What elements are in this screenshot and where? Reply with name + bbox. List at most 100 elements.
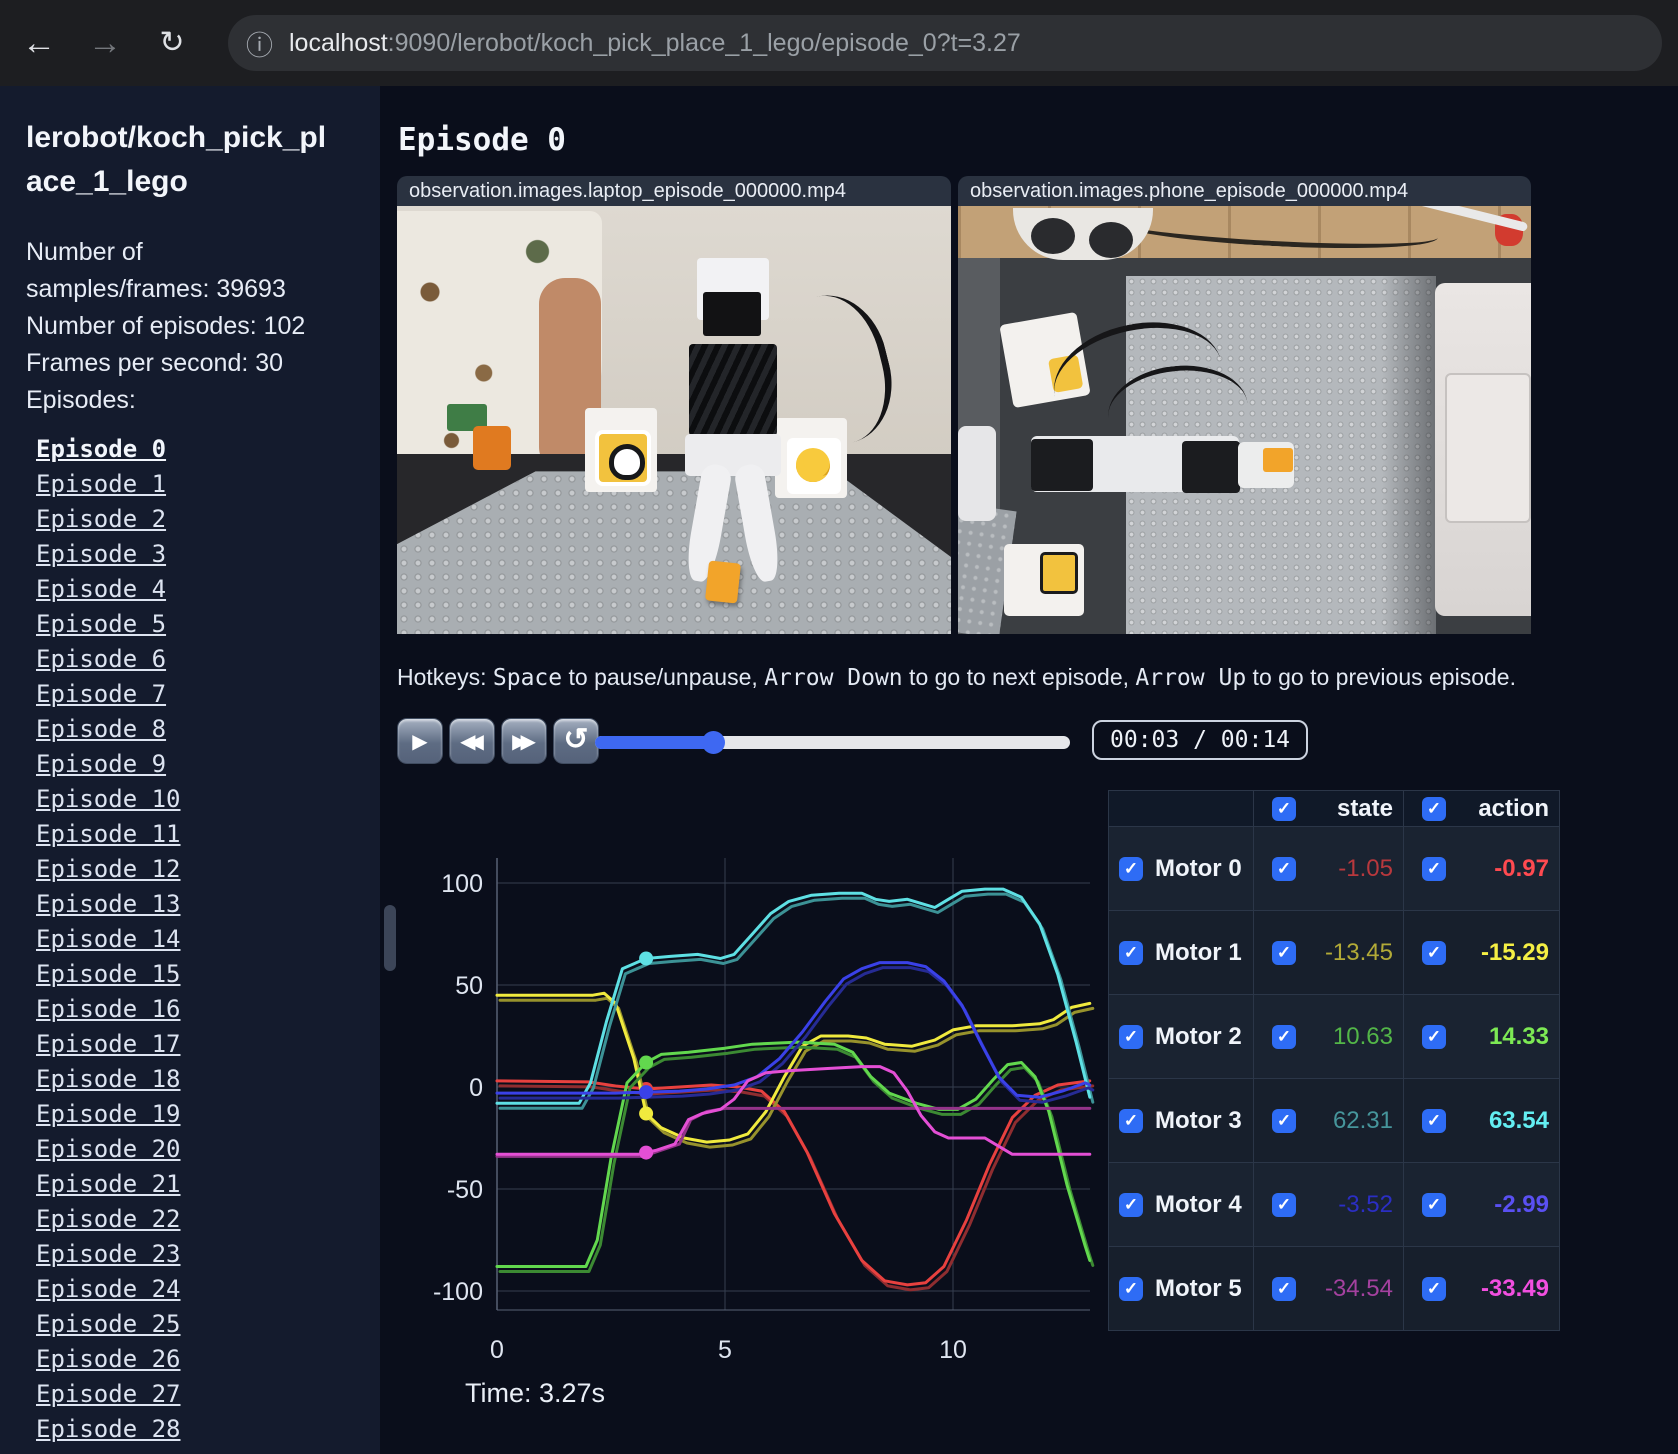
action-checkbox[interactable]: ✓ <box>1422 1024 1446 1049</box>
robot-motor <box>1182 441 1240 493</box>
seek-slider-thumb[interactable] <box>702 731 725 754</box>
motor-row-checkbox[interactable]: ✓ <box>1119 1024 1143 1049</box>
state-checkbox[interactable]: ✓ <box>1272 1192 1296 1217</box>
sidebar-episode-link[interactable]: Episode 0 <box>36 432 181 467</box>
sidebar-episode-link[interactable]: Episode 11 <box>36 817 181 852</box>
y-tick-label: 50 <box>455 972 483 1000</box>
sidebar-episode-link[interactable]: Episode 8 <box>36 712 181 747</box>
state-column-label: state <box>1336 794 1393 822</box>
action-value: -15.29 <box>1480 938 1549 966</box>
video-phone[interactable] <box>958 206 1531 634</box>
state-checkbox[interactable]: ✓ <box>1272 1276 1296 1301</box>
sidebar-episode-link[interactable]: Episode 19 <box>36 1097 181 1132</box>
sidebar-episode-link[interactable]: Episode 7 <box>36 677 181 712</box>
y-tick-label: -100 <box>433 1278 483 1306</box>
sidebar-episode-link[interactable]: Episode 17 <box>36 1027 181 1062</box>
orange-lego-brick <box>1263 448 1293 472</box>
sidebar-episode-link[interactable]: Episode 23 <box>36 1237 181 1272</box>
sidebar-episode-link[interactable]: Episode 21 <box>36 1167 181 1202</box>
hotkey-text: to go to next episode, <box>902 664 1136 690</box>
sidebar-episode-link[interactable]: Episode 3 <box>36 537 181 572</box>
action-column-checkbox[interactable]: ✓ <box>1422 796 1446 821</box>
hotkey-text: to go to previous episode. <box>1246 664 1516 690</box>
state-column-checkbox[interactable]: ✓ <box>1272 796 1296 821</box>
sidebar-episode-link[interactable]: Episode 15 <box>36 957 181 992</box>
stat-line: Number of <box>26 238 143 266</box>
sidebar-episode-link[interactable]: Episode 24 <box>36 1272 181 1307</box>
orange-device <box>473 426 511 470</box>
loop-icon: ↺ <box>563 723 589 756</box>
motor-row-checkbox[interactable]: ✓ <box>1119 1108 1143 1133</box>
state-checkbox[interactable]: ✓ <box>1272 1108 1296 1133</box>
action-checkbox[interactable]: ✓ <box>1422 1276 1446 1301</box>
side-robot-arm <box>958 426 996 521</box>
forward-icon[interactable]: → <box>80 0 130 86</box>
sidebar-episode-link[interactable]: Episode 2 <box>36 502 181 537</box>
seek-slider[interactable] <box>595 731 1070 754</box>
action-checkbox[interactable]: ✓ <box>1422 1192 1446 1217</box>
state-checkbox[interactable]: ✓ <box>1272 940 1296 965</box>
sidebar-episode-link[interactable]: Episode 20 <box>36 1132 181 1167</box>
state-checkbox[interactable]: ✓ <box>1272 1024 1296 1049</box>
state-value: -1.05 <box>1338 854 1393 882</box>
sidebar: lerobot/koch_pick_place_1_lego Number of… <box>0 86 380 1454</box>
fast-forward-button[interactable]: ▶▶ <box>501 718 547 764</box>
sidebar-episode-link[interactable]: Episode 25 <box>36 1307 181 1342</box>
chart-marker-dot <box>639 1055 654 1070</box>
motor-label: Motor 0 <box>1155 854 1242 882</box>
video-laptop[interactable] <box>397 206 951 634</box>
loop-button[interactable]: ↺ <box>553 718 599 764</box>
dataset-title: lerobot/koch_pick_place_1_lego <box>26 121 327 198</box>
sidebar-episode-link[interactable]: Episode 22 <box>36 1202 181 1237</box>
action-checkbox[interactable]: ✓ <box>1422 940 1446 965</box>
hotkey-text: to pause/unpause, <box>562 664 765 690</box>
action-checkbox[interactable]: ✓ <box>1422 1108 1446 1133</box>
motor-label: Motor 5 <box>1155 1274 1242 1302</box>
hotkey-key: Arrow Up <box>1135 665 1247 691</box>
back-icon[interactable]: ← <box>14 0 64 86</box>
state-checkbox[interactable]: ✓ <box>1272 856 1296 881</box>
dataset-stats: Number of samples/frames: 39693 Number of … <box>26 234 305 419</box>
seek-slider-fill <box>595 736 718 749</box>
chart-svg: 100 50 0 -50 -100 0 5 10 Time: 3.27s <box>433 858 1095 1408</box>
page-title: Episode 0 <box>398 122 566 158</box>
motor-row-checkbox[interactable]: ✓ <box>1119 1276 1143 1301</box>
table-row: ✓ Motor 3 ✓ 62.31 ✓ 63.54 <box>1109 1079 1559 1163</box>
chart-marker-dot <box>639 1145 654 1160</box>
info-icon[interactable]: ⓘ <box>246 24 273 63</box>
url-path: :9090/lerobot/koch_pick_place_1_lego/epi… <box>387 28 1021 57</box>
sidebar-episode-link[interactable]: Episode 1 <box>36 467 181 502</box>
motor-row-checkbox[interactable]: ✓ <box>1119 856 1143 881</box>
motor-table: ✓ state ✓ action ✓ Motor 0 ✓ -1.05 ✓ -0.97 ✓ Mo… <box>1108 790 1560 1331</box>
sidebar-episode-link[interactable]: Episode 9 <box>36 747 181 782</box>
motor-row-checkbox[interactable]: ✓ <box>1119 1192 1143 1217</box>
sidebar-episode-link[interactable]: Episode 28 <box>36 1412 181 1447</box>
chart-marker-dot <box>639 1085 654 1100</box>
rewind-button[interactable]: ◀◀ <box>449 718 495 764</box>
sidebar-episode-link[interactable]: Episode 6 <box>36 642 181 677</box>
play-button[interactable]: ▶ <box>397 718 443 764</box>
state-value: -3.52 <box>1338 1190 1393 1218</box>
url-bar[interactable]: ⓘ localhost:9090/lerobot/koch_pick_place… <box>228 15 1662 71</box>
sidebar-episode-link[interactable]: Episode 12 <box>36 852 181 887</box>
panda-card <box>595 430 651 486</box>
motor-row-checkbox[interactable]: ✓ <box>1119 940 1143 965</box>
reload-icon[interactable]: ↻ <box>147 0 197 86</box>
sidebar-episode-link[interactable]: Episode 18 <box>36 1062 181 1097</box>
sidebar-episode-link[interactable]: Episode 27 <box>36 1377 181 1412</box>
motor-table-body: ✓ Motor 0 ✓ -1.05 ✓ -0.97 ✓ Motor 1 ✓ -13.45 ✓ -15.… <box>1109 827 1559 1331</box>
motor-label: Motor 1 <box>1155 938 1242 966</box>
action-value: 63.54 <box>1488 1106 1549 1134</box>
sidebar-episode-link[interactable]: Episode 5 <box>36 607 181 642</box>
sidebar-episode-link[interactable]: Episode 13 <box>36 887 181 922</box>
action-checkbox[interactable]: ✓ <box>1422 856 1446 881</box>
sidebar-episode-link[interactable]: Episode 14 <box>36 922 181 957</box>
url-text: localhost:9090/lerobot/koch_pick_place_1… <box>289 29 1021 58</box>
y-tick-label: -50 <box>447 1176 483 1204</box>
x-tick-label: 10 <box>939 1336 967 1364</box>
sidebar-episode-link[interactable]: Episode 4 <box>36 572 181 607</box>
hotkey-key: Space <box>492 665 563 691</box>
sidebar-episode-link[interactable]: Episode 26 <box>36 1342 181 1377</box>
sidebar-episode-link[interactable]: Episode 10 <box>36 782 181 817</box>
sidebar-episode-link[interactable]: Episode 16 <box>36 992 181 1027</box>
